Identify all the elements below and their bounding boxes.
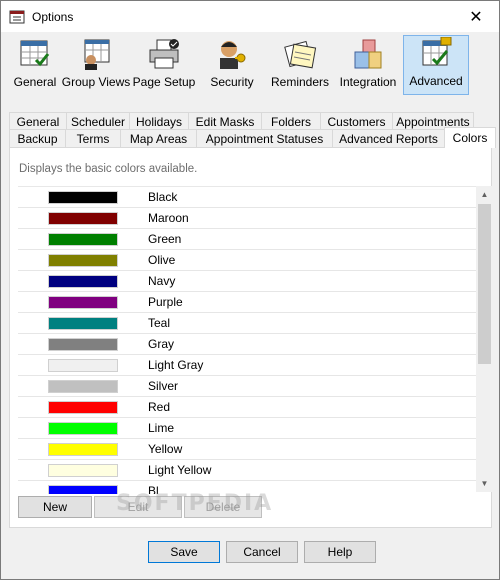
toolbar-label: Group Views xyxy=(61,75,131,89)
color-name: Teal xyxy=(148,316,171,330)
tab-row-top: General Scheduler Holidays Edit Masks Fo… xyxy=(9,112,474,130)
color-name: Light Gray xyxy=(148,358,204,372)
toolbar-advanced[interactable]: Advanced xyxy=(403,35,469,95)
tab-customers[interactable]: Customers xyxy=(320,112,393,130)
color-name: Black xyxy=(148,190,178,204)
watermark: SOFTPEDIA xyxy=(116,491,274,516)
toolbar-group-views[interactable]: Group Views xyxy=(61,35,131,95)
tab-terms[interactable]: Terms xyxy=(65,129,121,147)
toolbar-label: Security xyxy=(210,75,254,89)
color-row[interactable]: Maroon xyxy=(18,208,486,229)
color-swatch xyxy=(48,421,118,435)
color-swatch xyxy=(48,400,118,414)
color-list[interactable]: Black Maroon Green Olive Navy Purple Teal Gray L… xyxy=(18,186,486,494)
options-window: Options ✕ General Group Views Page Setup… xyxy=(0,0,500,580)
tab-scheduler[interactable]: Scheduler xyxy=(66,112,130,130)
color-row[interactable]: Black xyxy=(18,187,486,208)
color-name: Olive xyxy=(148,253,176,267)
toolbar-security[interactable]: Security xyxy=(199,35,265,95)
color-row[interactable]: Red xyxy=(18,397,486,418)
tab-colors[interactable]: Colors xyxy=(444,127,496,148)
color-swatch xyxy=(48,190,118,204)
color-list-scrollbar[interactable]: ▲ ▼ xyxy=(476,186,493,492)
color-row[interactable]: Navy xyxy=(18,271,486,292)
color-name: Gray xyxy=(148,337,175,351)
color-row[interactable]: Silver xyxy=(18,376,486,397)
color-name: Silver xyxy=(148,379,179,393)
color-name: Lime xyxy=(148,421,175,435)
tab-general[interactable]: General xyxy=(9,112,67,130)
toolbar-label: Reminders xyxy=(270,75,330,89)
scroll-thumb[interactable] xyxy=(478,204,491,364)
color-row[interactable]: Light Gray xyxy=(18,355,486,376)
toolbar-label: Page Setup xyxy=(132,75,196,89)
tab-advanced-reports[interactable]: Advanced Reports xyxy=(332,129,445,147)
colors-panel: Displays the basic colors available. Bla… xyxy=(9,147,493,528)
tab-edit-masks[interactable]: Edit Masks xyxy=(188,112,262,130)
color-row[interactable]: Gray xyxy=(18,334,486,355)
toolbar-page-setup[interactable]: Page Setup xyxy=(131,35,197,95)
color-name: Maroon xyxy=(148,211,189,225)
close-button[interactable]: ✕ xyxy=(453,1,499,32)
color-swatch xyxy=(48,463,118,477)
color-row[interactable]: Light Yellow xyxy=(18,460,486,481)
color-row[interactable]: Lime xyxy=(18,418,486,439)
user-key-icon xyxy=(215,38,249,70)
scroll-up-icon[interactable]: ▲ xyxy=(476,186,493,203)
toolbar-label: General xyxy=(13,75,57,89)
toolbar-label: Integration xyxy=(339,75,397,89)
color-swatch xyxy=(48,379,118,393)
window-title: Options xyxy=(32,9,74,24)
color-name: Light Yellow xyxy=(148,463,212,477)
category-toolbar: General Group Views Page Setup Security … xyxy=(9,35,492,99)
color-row[interactable]: Teal xyxy=(18,313,486,334)
color-swatch xyxy=(48,358,118,372)
color-swatch xyxy=(48,295,118,309)
color-swatch xyxy=(48,442,118,456)
color-name: Navy xyxy=(148,274,176,288)
tab-holidays[interactable]: Holidays xyxy=(129,112,189,130)
new-button[interactable]: New xyxy=(18,496,92,518)
panel-description: Displays the basic colors available. xyxy=(19,163,198,175)
color-swatch xyxy=(48,274,118,288)
toolbar-label: Advanced xyxy=(409,74,463,88)
tab-appointment-statuses[interactable]: Appointment Statuses xyxy=(196,129,333,147)
color-name: Green xyxy=(148,232,182,246)
color-swatch xyxy=(48,337,118,351)
tab-row-bottom: Backup Terms Map Areas Appointment Statu… xyxy=(9,127,496,148)
cancel-button[interactable]: Cancel xyxy=(226,541,298,563)
tab-map-areas[interactable]: Map Areas xyxy=(120,129,197,147)
color-name: Red xyxy=(148,400,171,414)
color-row[interactable]: Green xyxy=(18,229,486,250)
reminder-notes-icon xyxy=(283,38,317,70)
save-button[interactable]: Save xyxy=(148,541,220,563)
color-swatch xyxy=(48,211,118,225)
app-icon xyxy=(9,9,25,25)
color-row[interactable]: Purple xyxy=(18,292,486,313)
color-row[interactable]: Olive xyxy=(18,250,486,271)
advanced-calendar-icon xyxy=(419,36,453,69)
toolbar-integration[interactable]: Integration xyxy=(335,35,401,95)
calendar-check-icon xyxy=(18,38,52,70)
tab-folders[interactable]: Folders xyxy=(261,112,321,130)
color-name: Purple xyxy=(148,295,183,309)
color-swatch xyxy=(48,484,118,494)
color-swatch xyxy=(48,232,118,246)
toolbar-general[interactable]: General xyxy=(9,35,61,95)
help-button[interactable]: Help xyxy=(304,541,376,563)
printer-icon xyxy=(147,38,181,70)
color-swatch xyxy=(48,316,118,330)
color-row[interactable]: Yellow xyxy=(18,439,486,460)
integration-blocks-icon xyxy=(351,38,385,70)
color-swatch xyxy=(48,253,118,267)
group-calendar-icon xyxy=(79,38,113,70)
scroll-down-icon[interactable]: ▼ xyxy=(476,475,493,492)
title-bar: Options ✕ xyxy=(1,1,499,32)
close-icon: ✕ xyxy=(469,8,483,26)
tab-backup[interactable]: Backup xyxy=(9,129,66,147)
color-name: Yellow xyxy=(148,442,183,456)
toolbar-reminders[interactable]: Reminders xyxy=(267,35,333,95)
